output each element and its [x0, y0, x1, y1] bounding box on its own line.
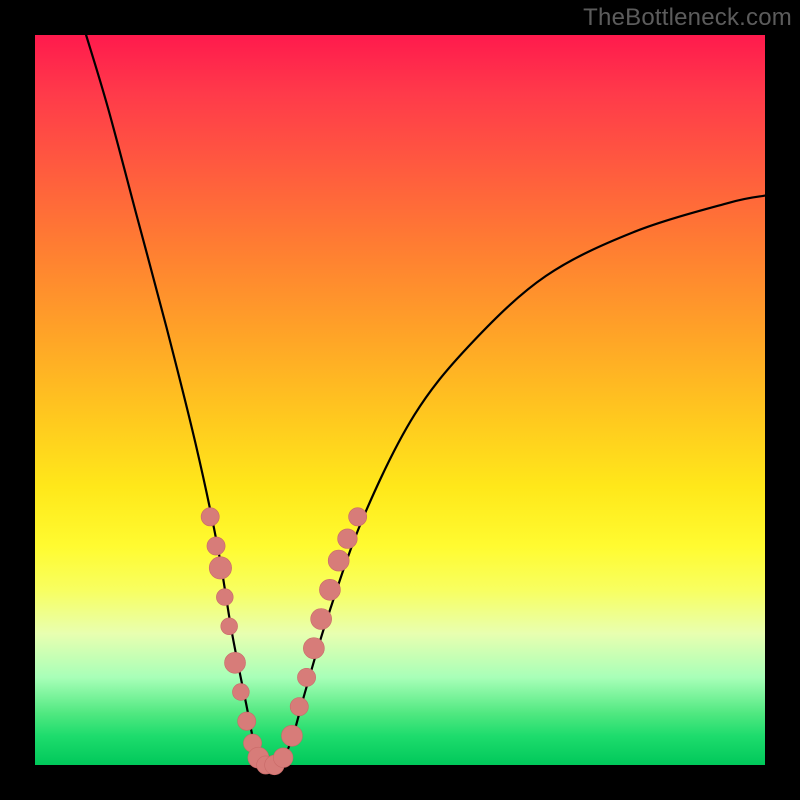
bottleneck-curve	[86, 35, 765, 768]
curve-svg	[35, 35, 765, 765]
curve-marker	[311, 609, 332, 630]
watermark-label: TheBottleneck.com	[583, 4, 792, 32]
curve-marker	[216, 589, 233, 606]
curve-marker	[328, 550, 349, 571]
curve-marker	[225, 652, 246, 673]
curve-marker	[297, 668, 315, 686]
curve-marker	[290, 698, 308, 716]
curve-marker	[207, 537, 225, 555]
marker-group	[201, 508, 367, 775]
curve-marker	[303, 638, 324, 659]
curve-marker	[338, 529, 358, 549]
curve-marker	[232, 684, 249, 701]
curve-marker	[201, 508, 219, 526]
chart-frame: TheBottleneck.com	[0, 0, 800, 800]
curve-marker	[349, 508, 367, 526]
curve-marker	[221, 618, 238, 635]
curve-marker	[281, 725, 302, 746]
plot-area	[35, 35, 765, 765]
curve-marker	[319, 579, 340, 600]
curve-marker	[238, 712, 256, 730]
curve-marker	[209, 557, 231, 579]
curve-marker	[273, 748, 293, 768]
